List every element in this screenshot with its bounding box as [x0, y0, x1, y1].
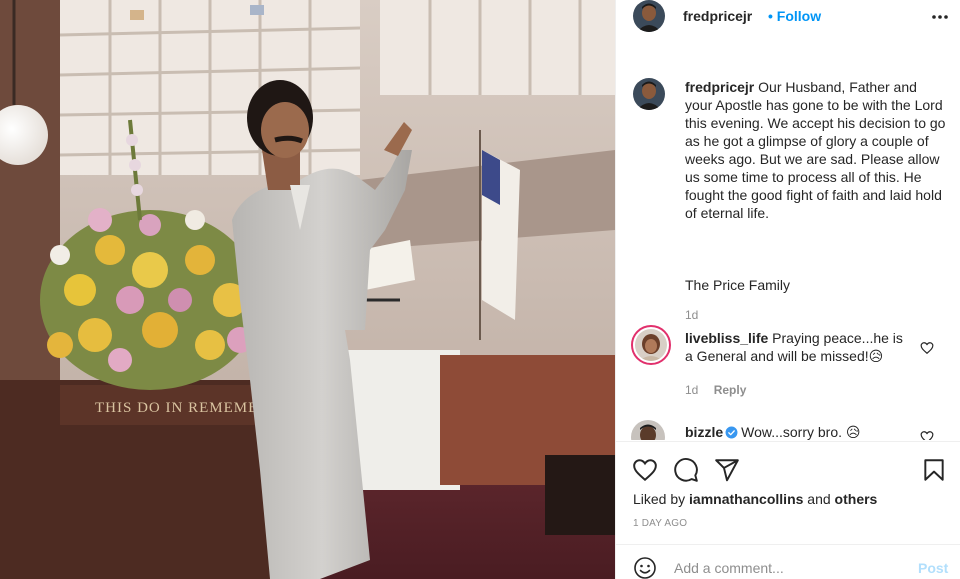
post-details-panel: fredpricejr • Follow fredpricejr Our Hus… — [615, 0, 960, 579]
instagram-post-modal: THIS DO IN REMEMBRANCE fredpricejr • Fol… — [0, 0, 960, 579]
likes-joiner: and — [807, 491, 831, 507]
verified-badge-icon — [725, 426, 738, 439]
caption-text: fredpricejr Our Husband, Father and your… — [685, 78, 947, 222]
author-username[interactable]: fredpricejr — [683, 8, 752, 24]
follow-button[interactable]: • Follow — [768, 8, 821, 24]
comment-like-heart-icon[interactable] — [920, 341, 934, 355]
comment-icon[interactable] — [673, 457, 699, 483]
commenter-avatar[interactable] — [631, 420, 665, 440]
comment-input[interactable] — [674, 558, 894, 578]
emoji-icon[interactable] — [633, 556, 657, 579]
comment-text: livebliss_life Praying peace...he is a G… — [685, 329, 905, 365]
commenter-avatar — [635, 329, 667, 361]
post-date[interactable]: 1 DAY AGO — [633, 518, 687, 529]
author-avatar[interactable] — [633, 0, 665, 32]
more-options-icon[interactable] — [930, 7, 950, 27]
likes-summary: Liked by iamnathancollins and others — [633, 491, 877, 507]
author-avatar-image — [633, 0, 665, 32]
caption-avatar-image — [633, 78, 665, 110]
caption-username[interactable]: fredpricejr — [685, 79, 754, 95]
caption-body: Our Husband, Father and your Apostle has… — [685, 79, 946, 221]
caption-avatar[interactable] — [633, 78, 665, 110]
commenter-avatar-story-ring[interactable] — [631, 325, 671, 365]
post-photo-image: THIS DO IN REMEMBRANCE — [0, 0, 615, 579]
commenter-avatar-image — [631, 420, 665, 440]
reply-button[interactable]: Reply — [714, 383, 747, 397]
comment-text: bizzle Wow...sorry bro. 😥 — [685, 423, 905, 440]
share-icon[interactable] — [714, 457, 740, 483]
caption-age[interactable]: 1d — [685, 308, 698, 322]
comment-like-heart-icon[interactable] — [920, 430, 934, 440]
comment-meta: 1d Reply — [685, 383, 746, 397]
post-comment-button[interactable]: Post — [918, 560, 948, 576]
comment-username[interactable]: livebliss_life — [685, 330, 768, 346]
comment-age[interactable]: 1d — [685, 383, 698, 397]
follow-label: Follow — [776, 8, 822, 24]
post-header: fredpricejr • Follow — [616, 0, 960, 35]
follow-separator: • — [768, 8, 773, 24]
likes-others[interactable]: others — [835, 491, 878, 507]
caption-signature: The Price Family — [685, 277, 791, 293]
add-comment-bar: Post — [616, 544, 960, 579]
commenter-avatar-image — [635, 329, 667, 361]
comment-body: Wow...sorry bro. 😥 — [741, 424, 861, 440]
comment-username[interactable]: bizzle — [685, 424, 723, 440]
bookmark-icon[interactable] — [921, 457, 947, 483]
comments-list[interactable]: fredpricejr Our Husband, Father and your… — [616, 62, 960, 440]
likes-prefix: Liked by — [633, 491, 686, 507]
heart-icon[interactable] — [632, 457, 658, 483]
likes-user[interactable]: iamnathancollins — [689, 491, 803, 507]
post-photo[interactable]: THIS DO IN REMEMBRANCE — [0, 0, 615, 579]
